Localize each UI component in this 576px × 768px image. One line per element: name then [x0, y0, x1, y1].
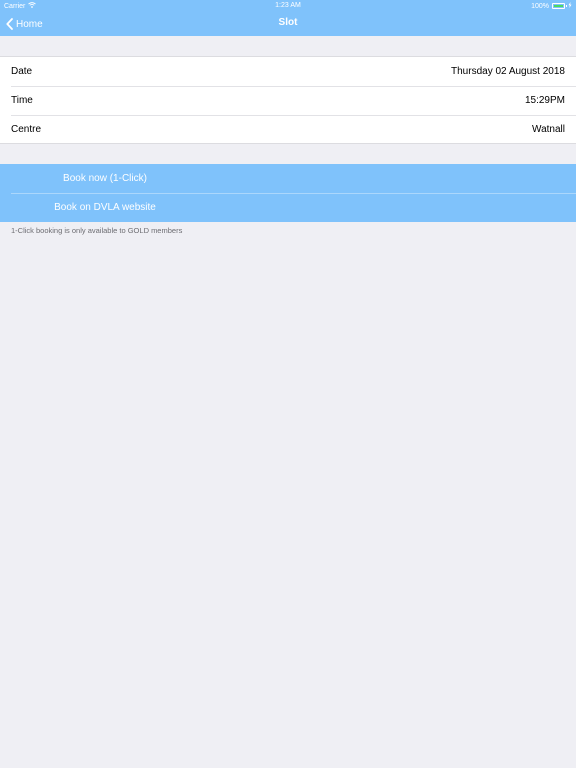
battery-percent: 100% — [531, 2, 549, 10]
detail-value: 15:29PM — [524, 95, 565, 106]
page-title: Slot — [278, 17, 298, 28]
detail-row-date: Date Thursday 02 August 2018 — [0, 57, 576, 86]
book-now-button[interactable]: Book now (1-Click) — [0, 164, 576, 193]
battery-fill — [554, 5, 563, 7]
detail-row-time: Time 15:29PM — [0, 86, 576, 115]
detail-label: Date — [11, 66, 33, 77]
top-bar: Carrier 1:23 AM 100% Home Slot — [0, 0, 576, 36]
detail-label: Time — [11, 95, 33, 106]
booking-actions: Book now (1-Click) Book on DVLA website — [0, 164, 576, 222]
book-now-label: Book now (1-Click) — [63, 173, 147, 184]
battery-icon — [552, 3, 567, 9]
book-dvla-label: Book on DVLA website — [54, 202, 156, 213]
gold-members-note: 1-Click booking is only available to GOL… — [11, 226, 183, 235]
status-battery-group: 100% — [531, 2, 572, 10]
charging-icon — [568, 2, 572, 10]
navigation-bar: Home Slot — [0, 12, 576, 36]
status-bar: Carrier 1:23 AM 100% — [0, 0, 576, 12]
detail-row-centre: Centre Watnall — [0, 115, 576, 144]
book-dvla-button[interactable]: Book on DVLA website — [0, 193, 576, 222]
status-time: 1:23 AM — [275, 2, 301, 9]
detail-label: Centre — [11, 124, 42, 135]
detail-value: Thursday 02 August 2018 — [451, 66, 565, 77]
slot-details-table: Date Thursday 02 August 2018 Time 15:29P… — [0, 56, 576, 144]
detail-value: Watnall — [532, 124, 565, 135]
